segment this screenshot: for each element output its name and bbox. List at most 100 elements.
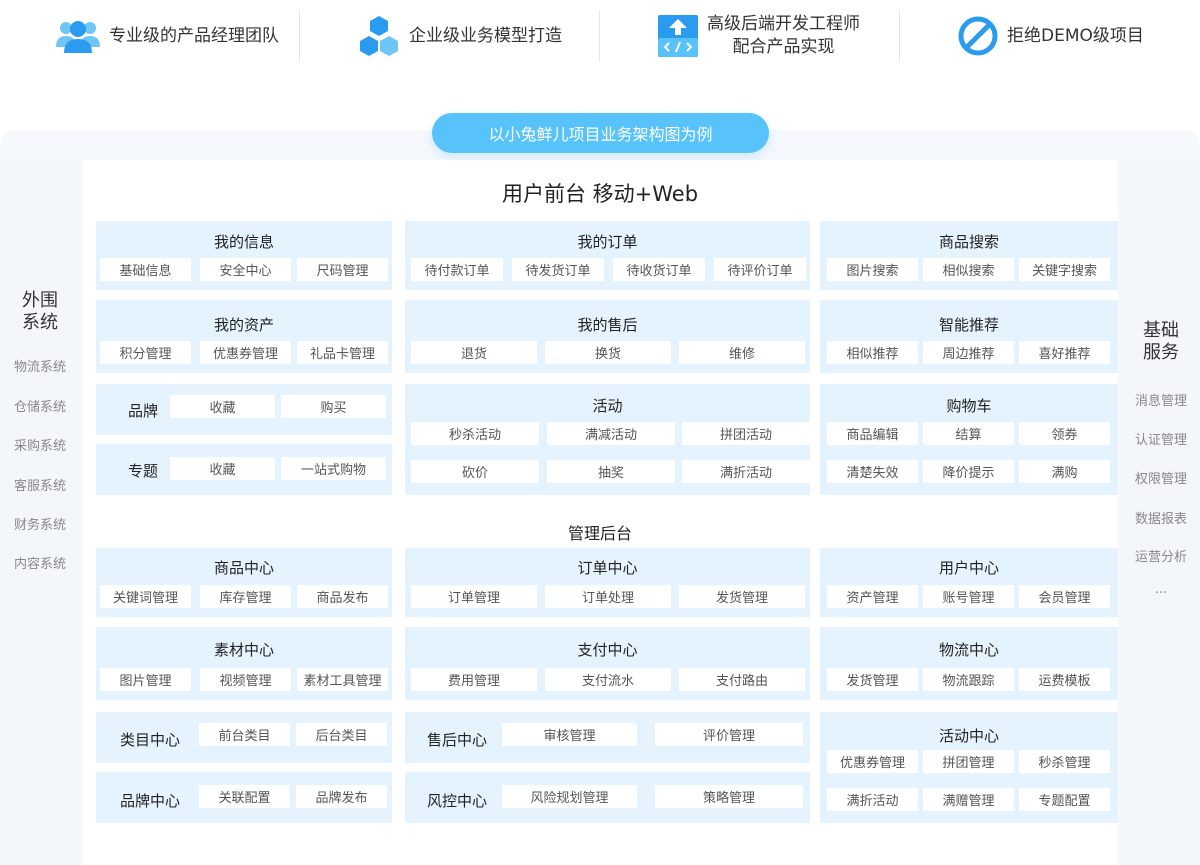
item: 订单管理 — [411, 585, 537, 608]
box-activity-center: 活动中心 优惠券管理 拼团管理 秒杀管理 满折活动 满赠管理 专题配置 — [820, 712, 1118, 823]
item: 满赠管理 — [923, 788, 1014, 811]
box-my-orders: 我的订单 待付款订单 待发货订单 待收货订单 待评价订单 — [405, 221, 810, 290]
side-item: 财务系统 — [13, 518, 66, 533]
feature-text: 企业级业务模型打造 — [409, 25, 562, 46]
item: 订单处理 — [545, 585, 671, 608]
center-area: 用户前台 移动+Web 我的信息 基础信息 安全中心 尺码管理 我的订单 待付款… — [82, 160, 1118, 865]
side-item: 仓储系统 — [13, 400, 66, 415]
item: 审核管理 — [502, 723, 637, 746]
banner-pill: 以小兔鲜儿项目业务架构图为例 — [432, 113, 769, 153]
feature-backend-engineers: 高级后端开发工程师 配合产品实现 — [657, 10, 860, 62]
item: 待发货订单 — [512, 258, 604, 281]
item: 周边推荐 — [923, 341, 1014, 364]
side-item: ... — [1154, 582, 1168, 597]
box-category-center: 类目中心 前台类目 后台类目 — [96, 712, 392, 763]
box-title: 物流中心 — [938, 641, 999, 659]
item: 后台类目 — [296, 723, 387, 746]
item: 前台类目 — [199, 723, 290, 746]
item: 品牌发布 — [296, 785, 387, 808]
peripheral-systems-column: 外围 系统 物流系统 仓储系统 采购系统 客服系统 财务系统 内容系统 — [0, 160, 80, 865]
box-title: 活动中心 — [938, 727, 999, 745]
item: 待付款订单 — [411, 258, 503, 281]
item: 专题配置 — [1019, 788, 1110, 811]
item: 收藏 — [170, 457, 275, 480]
side-item: 消息管理 — [1134, 394, 1187, 409]
item: 清楚失效 — [827, 460, 918, 483]
box-my-assets: 我的资产 积分管理 优惠券管理 礼品卡管理 — [96, 300, 392, 373]
side-item: 认证管理 — [1134, 433, 1187, 448]
side-item: 权限管理 — [1134, 472, 1187, 487]
feature-text: 高级后端开发工程师 配合产品实现 — [707, 13, 860, 59]
item: 支付流水 — [545, 668, 671, 691]
box-title: 订单中心 — [577, 559, 638, 577]
box-title: 售后中心 — [427, 731, 488, 749]
item: 策略管理 — [655, 785, 803, 808]
box-title: 品牌中心 — [120, 792, 181, 810]
item: 待收货订单 — [613, 258, 705, 281]
forbidden-icon — [957, 15, 999, 57]
item: 安全中心 — [200, 258, 291, 281]
item: 换货 — [545, 341, 671, 364]
box-title: 商品搜索 — [938, 233, 999, 251]
box-title: 用户中心 — [938, 559, 999, 577]
item: 待评价订单 — [714, 258, 806, 281]
divider — [599, 10, 600, 62]
side-item: 客服系统 — [13, 479, 66, 494]
box-product-search: 商品搜索 图片搜索 相似搜索 关键字搜索 — [820, 221, 1118, 290]
item: 图片管理 — [100, 668, 191, 691]
item: 秒杀管理 — [1019, 750, 1110, 773]
box-title: 我的售后 — [577, 316, 638, 334]
item: 视频管理 — [200, 668, 291, 691]
item: 费用管理 — [411, 668, 537, 691]
feature-text: 专业级的产品经理团队 — [109, 25, 279, 46]
side-title: 外围 系统 — [22, 290, 58, 333]
item: 满折活动 — [827, 788, 918, 811]
box-my-info: 我的信息 基础信息 安全中心 尺码管理 — [96, 221, 392, 290]
box-title: 活动 — [592, 397, 623, 415]
item: 运费模板 — [1019, 668, 1110, 691]
item: 相似搜索 — [923, 258, 1014, 281]
box-title: 购物车 — [946, 397, 992, 415]
item: 尺码管理 — [297, 258, 388, 281]
item: 满减活动 — [547, 422, 675, 445]
item: 降价提示 — [923, 460, 1014, 483]
item: 积分管理 — [100, 341, 191, 364]
box-title: 素材中心 — [213, 641, 274, 659]
box-title: 我的信息 — [213, 233, 274, 251]
item: 砍价 — [411, 460, 539, 483]
box-after-sale: 我的售后 退货 换货 维修 — [405, 300, 810, 373]
box-cart: 购物车 商品编辑 结算 领券 清楚失效 降价提示 满购 — [820, 384, 1118, 495]
box-smart-recommend: 智能推荐 相似推荐 周边推荐 喜好推荐 — [820, 300, 1118, 373]
item: 风险规划管理 — [502, 785, 637, 808]
code-upload-icon — [657, 14, 699, 58]
feature-pm-team: 专业级的产品经理团队 — [55, 10, 279, 62]
feature-enterprise-model: 企业级业务模型打造 — [357, 10, 562, 62]
box-order-center: 订单中心 订单管理 订单处理 发货管理 — [405, 548, 810, 617]
side-item: 数据报表 — [1134, 512, 1187, 527]
item: 商品发布 — [297, 585, 388, 608]
divider — [899, 10, 900, 62]
box-topic: 专题 收藏 一站式购物 — [96, 444, 392, 495]
box-title: 支付中心 — [577, 641, 638, 659]
base-services-column: 基础 服务 消息管理 认证管理 权限管理 数据报表 运营分析 ... — [1121, 160, 1200, 865]
feature-text-line2: 配合产品实现 — [732, 37, 835, 57]
item: 关键字搜索 — [1019, 258, 1110, 281]
box-title: 我的资产 — [213, 316, 274, 334]
item: 商品编辑 — [827, 422, 918, 445]
item: 库存管理 — [200, 585, 291, 608]
item: 收藏 — [170, 395, 275, 418]
divider — [299, 10, 300, 62]
item: 拼团活动 — [682, 422, 810, 445]
item: 评价管理 — [655, 723, 803, 746]
box-payment-center: 支付中心 费用管理 支付流水 支付路由 — [405, 627, 810, 700]
side-item: 运营分析 — [1134, 550, 1187, 565]
box-title: 我的订单 — [577, 233, 638, 251]
feature-text: 拒绝DEMO级项目 — [1007, 25, 1144, 46]
item: 相似推荐 — [827, 341, 918, 364]
item: 维修 — [679, 341, 805, 364]
side-item: 采购系统 — [13, 439, 66, 454]
box-user-center: 用户中心 资产管理 账号管理 会员管理 — [820, 548, 1118, 617]
item: 结算 — [923, 422, 1014, 445]
box-aftersale-center: 售后中心 审核管理 评价管理 — [405, 712, 810, 763]
item: 一站式购物 — [281, 457, 386, 480]
